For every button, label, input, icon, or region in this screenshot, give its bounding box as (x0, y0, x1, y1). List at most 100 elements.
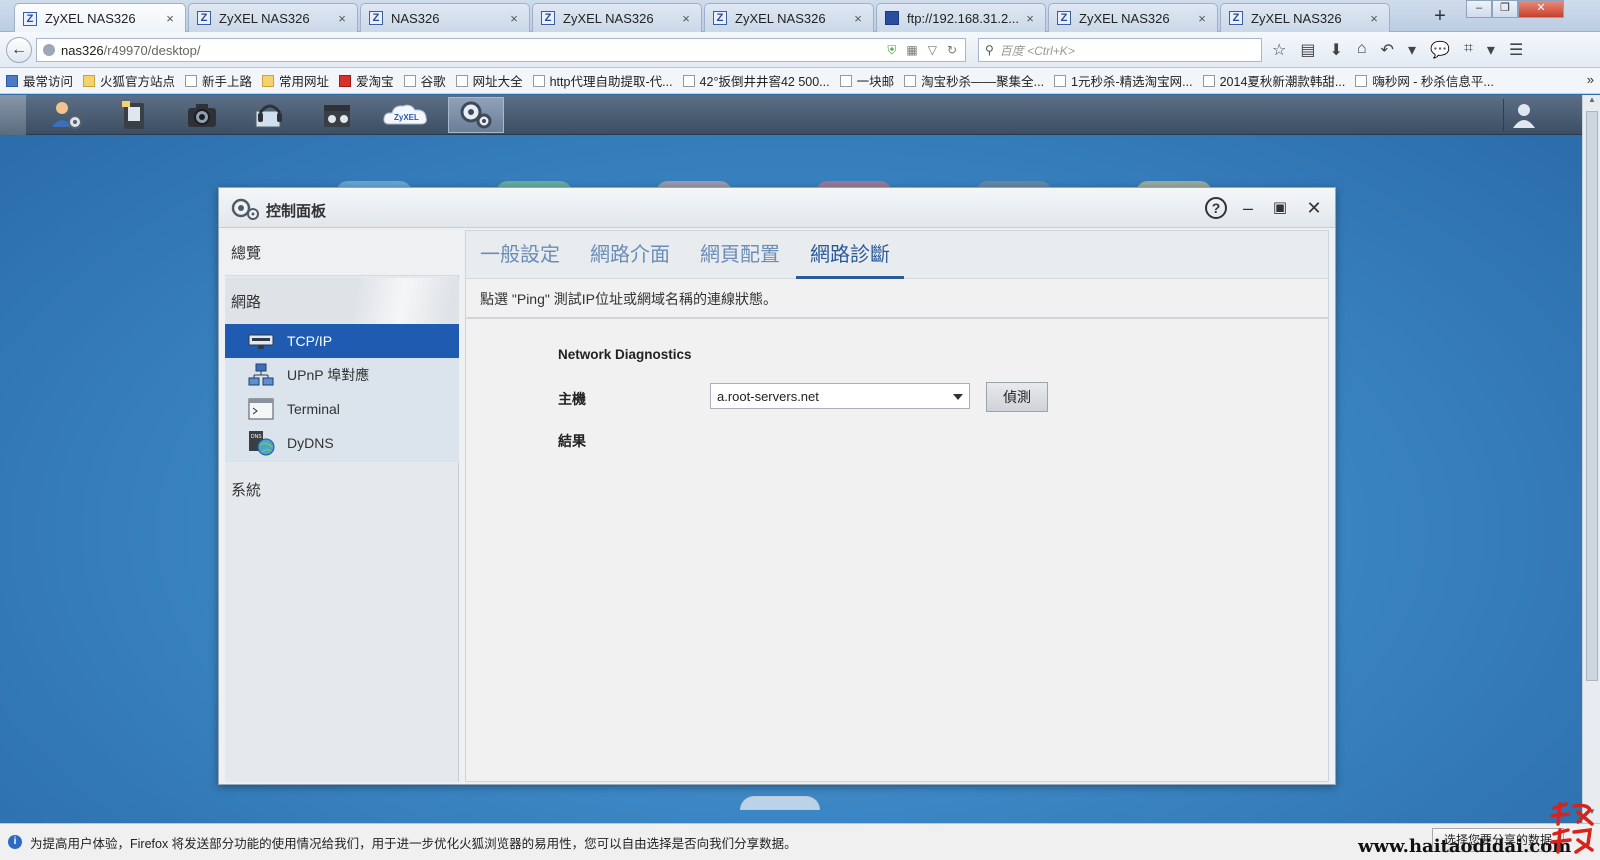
detect-button[interactable]: 偵測 (986, 382, 1048, 412)
bookmark-item[interactable]: 1元秒杀-精选淘宝网... (1054, 71, 1193, 90)
browser-tab[interactable]: Z ZyXEL NAS326 × (704, 3, 874, 32)
control-panel-app-icon[interactable] (448, 97, 504, 133)
bookmarks-overflow-icon[interactable]: » (1587, 72, 1594, 87)
address-bar[interactable]: nas326/r49970/desktop/ ⛨ ▦ ▽ ↻ (36, 38, 966, 62)
music-app-icon[interactable] (242, 97, 298, 133)
close-tab-icon[interactable]: × (335, 11, 349, 26)
page-scrollbar[interactable]: ▲ ▼ (1582, 95, 1600, 823)
watermark-text: www.haitaodidai.com (1358, 836, 1572, 857)
result-label: 結果 (558, 433, 586, 449)
bookmark-item[interactable]: 火狐官方站点 (83, 71, 175, 90)
close-tab-icon[interactable]: × (679, 11, 693, 26)
browser-tab[interactable]: Z NAS326 × (360, 3, 530, 32)
terminal-icon (247, 397, 275, 421)
menu-icon[interactable]: ☰ (1509, 40, 1523, 60)
back-button[interactable]: ← (6, 37, 32, 63)
qr-code-icon[interactable]: ▦ (906, 43, 917, 57)
minimize-icon[interactable]: – (1237, 197, 1259, 219)
bookmark-item[interactable]: 42°扳倒井井窖42 500... (682, 71, 830, 90)
bookmark-item[interactable]: 一块邮 (839, 71, 894, 90)
window-title-bar[interactable]: 控制面板 ? – ▣ ✕ (219, 188, 1335, 228)
screenshot-icon[interactable]: ⌗ (1464, 40, 1473, 60)
video-app-icon[interactable] (310, 97, 366, 133)
close-tab-icon[interactable]: × (1195, 11, 1209, 26)
sidebar-section-network[interactable]: 網路 (225, 278, 459, 324)
tab-network-diagnostics[interactable]: 網路診斷 (796, 241, 904, 279)
user-settings-app-icon[interactable] (38, 97, 94, 133)
browser-navigation-bar: ← nas326/r49970/desktop/ ⛨ ▦ ▽ ↻ ⚲ 百度 <C… (0, 32, 1600, 68)
sidebar-item-tcpip[interactable]: TCP/IP (225, 324, 459, 358)
bookmark-item[interactable]: 嗨秒网 - 秒杀信息平... (1355, 71, 1494, 90)
page-icon (904, 74, 917, 87)
scroll-up-icon[interactable]: ▲ (1583, 95, 1600, 109)
bookmark-item[interactable]: 爱淘宝 (339, 71, 394, 90)
page-icon (1355, 74, 1368, 87)
browser-tab[interactable]: Z ZyXEL NAS326 × (14, 3, 186, 33)
bookmark-item[interactable]: 网址大全 (455, 71, 523, 90)
restore-window-icon[interactable]: ❐ (1492, 0, 1518, 18)
dropdown-icon[interactable]: ▾ (1408, 40, 1416, 60)
search-icon: ⚲ (985, 43, 994, 57)
network-card-icon (247, 329, 275, 353)
close-window-icon[interactable]: ✕ (1518, 0, 1564, 18)
bookmark-star-icon[interactable]: ☆ (1272, 40, 1286, 60)
sidebar-item-dydns[interactable]: DNS DyDNS (225, 426, 459, 460)
tab-general-settings[interactable]: 一般設定 (466, 241, 574, 279)
close-tab-icon[interactable]: × (507, 11, 521, 26)
zyxel-cloud-app-icon[interactable]: ZyXEL (378, 97, 434, 133)
browser-tab[interactable]: Z ZyXEL NAS326 × (1048, 3, 1218, 32)
bookmark-item[interactable]: 最常访问 (6, 71, 73, 90)
desktop-dock-handle[interactable] (740, 796, 820, 810)
tab-network-interface[interactable]: 網路介面 (576, 241, 684, 279)
sidebar-section-system[interactable]: 系統 (225, 466, 459, 512)
folder-icon (262, 74, 275, 87)
file-browser-app-icon[interactable] (106, 97, 162, 133)
window-title: 控制面板 (266, 203, 327, 220)
search-bar[interactable]: ⚲ 百度 <Ctrl+K> (978, 38, 1262, 62)
browser-tab[interactable]: ftp://192.168.31.2... × (876, 3, 1046, 32)
sidebar-item-overview[interactable]: 總覽 (225, 230, 459, 276)
close-tab-icon[interactable]: × (163, 11, 177, 26)
sidebar-item-terminal[interactable]: Terminal (225, 392, 459, 426)
scrollbar-thumb[interactable] (1586, 111, 1598, 681)
tab-web-config[interactable]: 網頁配置 (686, 241, 794, 279)
window-controls: – ❐ ✕ (1466, 0, 1564, 18)
zyxel-favicon-icon: Z (541, 11, 555, 25)
close-tab-icon[interactable]: × (1367, 11, 1381, 26)
dropdown-arrow-icon[interactable]: ▽ (928, 43, 937, 57)
minimize-window-icon[interactable]: – (1466, 0, 1492, 18)
nas-desktop: ZyXEL 控制面板 ? – ▣ ✕ 總覽 網路 TCP/IP UPnP 埠對應… (0, 95, 1582, 823)
help-icon[interactable]: ? (1205, 197, 1227, 219)
browser-tab[interactable]: Z ZyXEL NAS326 × (1220, 3, 1390, 32)
dropdown-arrow-icon[interactable] (953, 394, 963, 400)
close-icon[interactable]: ✕ (1303, 197, 1325, 219)
notification-text: 为提高用户体验，Firefox 将发送部分功能的使用情况给我们，用于进一步优化火… (30, 836, 797, 851)
reload-icon[interactable]: ↻ (947, 43, 957, 57)
close-tab-icon[interactable]: × (1023, 11, 1037, 26)
download-icon[interactable]: ⬇ (1329, 40, 1342, 60)
account-icon[interactable] (1503, 99, 1543, 131)
zyxel-favicon-icon: Z (23, 11, 37, 26)
section-title: Network Diagnostics (558, 347, 692, 362)
new-tab-button[interactable]: + (1428, 5, 1452, 29)
bookmark-item[interactable]: 新手上路 (185, 71, 252, 90)
browser-tab[interactable]: Z ZyXEL NAS326 × (188, 3, 358, 32)
chat-icon[interactable]: 💬 (1430, 40, 1450, 60)
bookmark-item[interactable]: 谷歌 (403, 71, 446, 90)
security-shield-icon[interactable]: ⛨ (887, 43, 896, 58)
photo-app-icon[interactable] (174, 97, 230, 133)
sidebar-item-upnp[interactable]: UPnP 埠對應 (225, 358, 459, 392)
browser-tab[interactable]: Z ZyXEL NAS326 × (532, 3, 702, 32)
close-tab-icon[interactable]: × (851, 11, 865, 26)
undo-close-icon[interactable]: ↶ (1381, 40, 1394, 60)
dropdown-icon[interactable]: ▾ (1487, 40, 1495, 60)
host-combobox[interactable]: a.root-servers.net (710, 383, 970, 409)
reading-list-icon[interactable]: ▤ (1300, 40, 1315, 60)
bookmark-item[interactable]: 2014夏秋新潮款韩甜... (1202, 71, 1345, 90)
home-icon[interactable]: ⌂ (1357, 40, 1367, 60)
site-identity-icon[interactable] (43, 44, 55, 56)
bookmark-item[interactable]: http代理自助提取-代... (532, 71, 673, 90)
maximize-icon[interactable]: ▣ (1269, 197, 1291, 219)
bookmark-item[interactable]: 淘宝秒杀——聚集全... (904, 71, 1044, 90)
bookmark-item[interactable]: 常用网址 (262, 71, 329, 90)
